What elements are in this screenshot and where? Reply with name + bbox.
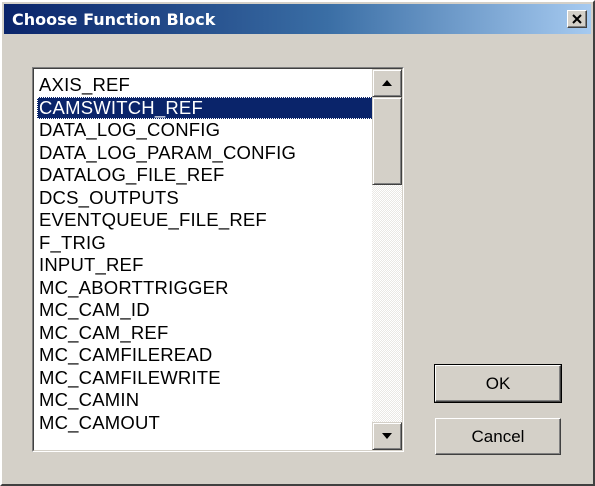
list-item[interactable]: MC_CAM_ID [37, 299, 373, 322]
list-item[interactable]: F_TRIG [37, 232, 373, 255]
list-item[interactable]: DCS_OUTPUTS [37, 187, 373, 210]
list-item[interactable]: MC_CAM_REF [37, 322, 373, 345]
arrow-up-icon [382, 80, 392, 86]
choose-function-block-dialog: Choose Function Block AXIS_REF CAMSWITCH_… [0, 0, 595, 486]
list-item[interactable]: EVENTQUEUE_FILE_REF [37, 209, 373, 232]
close-x-icon [572, 14, 582, 24]
scroll-down-button[interactable] [372, 422, 402, 450]
ok-button[interactable]: OK [434, 364, 562, 403]
title-bar[interactable]: Choose Function Block [4, 4, 591, 34]
list-item[interactable]: DATA_LOG_PARAM_CONFIG [37, 142, 373, 165]
dialog-title: Choose Function Block [12, 10, 216, 29]
function-block-listbox[interactable]: AXIS_REF CAMSWITCH_REF DATA_LOG_CONFIG DATA… [32, 67, 404, 452]
scroll-thumb[interactable] [372, 97, 402, 185]
list-item[interactable]: DATA_LOG_CONFIG [37, 119, 373, 142]
list-item[interactable]: MC_CAMIN [37, 389, 373, 412]
close-button[interactable] [567, 10, 587, 28]
list-item[interactable]: CAMSWITCH_REF [37, 96, 373, 119]
list-item[interactable]: MC_CAMFILEWRITE [37, 367, 373, 390]
list-item[interactable]: INPUT_REF [37, 254, 373, 277]
cancel-button[interactable]: Cancel [435, 418, 561, 455]
list-item[interactable]: DATALOG_FILE_REF [37, 164, 373, 187]
list-item[interactable]: MC_ABORTTRIGGER [37, 277, 373, 300]
list-item[interactable]: MC_CAMFILEREAD [37, 344, 373, 367]
list-item[interactable]: MC_CAMOUT [37, 412, 373, 435]
function-block-list: AXIS_REF CAMSWITCH_REF DATA_LOG_CONFIG DATA… [37, 74, 373, 434]
scroll-up-button[interactable] [372, 69, 402, 97]
list-item[interactable]: AXIS_REF [37, 74, 373, 97]
arrow-down-icon [382, 433, 392, 439]
vertical-scrollbar[interactable] [372, 69, 402, 450]
